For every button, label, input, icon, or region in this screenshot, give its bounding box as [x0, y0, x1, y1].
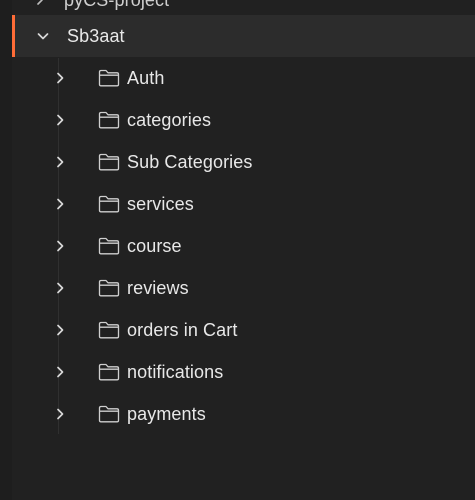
folder-item-sub-categories[interactable]: Sub Categories	[12, 141, 475, 183]
folder-label: services	[127, 193, 194, 214]
left-gutter	[0, 0, 12, 500]
folder-item-payments[interactable]: payments	[12, 393, 475, 435]
folder-label: Sub Categories	[127, 151, 253, 172]
folder-label: course	[127, 235, 182, 256]
chevron-down-icon[interactable]	[35, 28, 51, 44]
folder-icon	[98, 153, 120, 171]
folder-item-orders-in-cart[interactable]: orders in Cart	[12, 309, 475, 351]
folder-label: Auth	[127, 67, 165, 88]
folder-item-auth[interactable]: Auth	[12, 57, 475, 99]
chevron-right-icon[interactable]	[52, 406, 68, 422]
folder-label: payments	[127, 403, 206, 424]
chevron-right-icon[interactable]	[52, 280, 68, 296]
collection-sb3aat[interactable]: Sb3aat	[12, 15, 475, 57]
folder-icon	[98, 69, 120, 87]
collections-tree-panel: pyCS-project Sb3aat Auth categories Sub …	[12, 0, 475, 500]
chevron-right-icon[interactable]	[32, 0, 48, 8]
folder-label: orders in Cart	[127, 319, 238, 340]
chevron-right-icon[interactable]	[52, 364, 68, 380]
chevron-right-icon[interactable]	[52, 322, 68, 338]
folder-label: reviews	[127, 277, 189, 298]
folder-icon	[98, 321, 120, 339]
chevron-right-icon[interactable]	[52, 70, 68, 86]
folder-item-notifications[interactable]: notifications	[12, 351, 475, 393]
chevron-right-icon[interactable]	[52, 238, 68, 254]
folder-icon	[98, 279, 120, 297]
folder-icon	[98, 195, 120, 213]
folder-icon	[98, 237, 120, 255]
collection-label: Sb3aat	[67, 25, 125, 46]
folder-item-services[interactable]: services	[12, 183, 475, 225]
chevron-right-icon[interactable]	[52, 112, 68, 128]
folder-item-categories[interactable]: categories	[12, 99, 475, 141]
chevron-right-icon[interactable]	[52, 196, 68, 212]
folder-label: notifications	[127, 361, 224, 382]
folder-item-course[interactable]: course	[12, 225, 475, 267]
folder-icon	[98, 363, 120, 381]
tree-item-label: pyCS-project	[64, 0, 169, 11]
folder-icon	[98, 111, 120, 129]
chevron-right-icon[interactable]	[52, 154, 68, 170]
folder-icon	[98, 405, 120, 423]
folder-item-reviews[interactable]: reviews	[12, 267, 475, 309]
folder-label: categories	[127, 109, 212, 130]
